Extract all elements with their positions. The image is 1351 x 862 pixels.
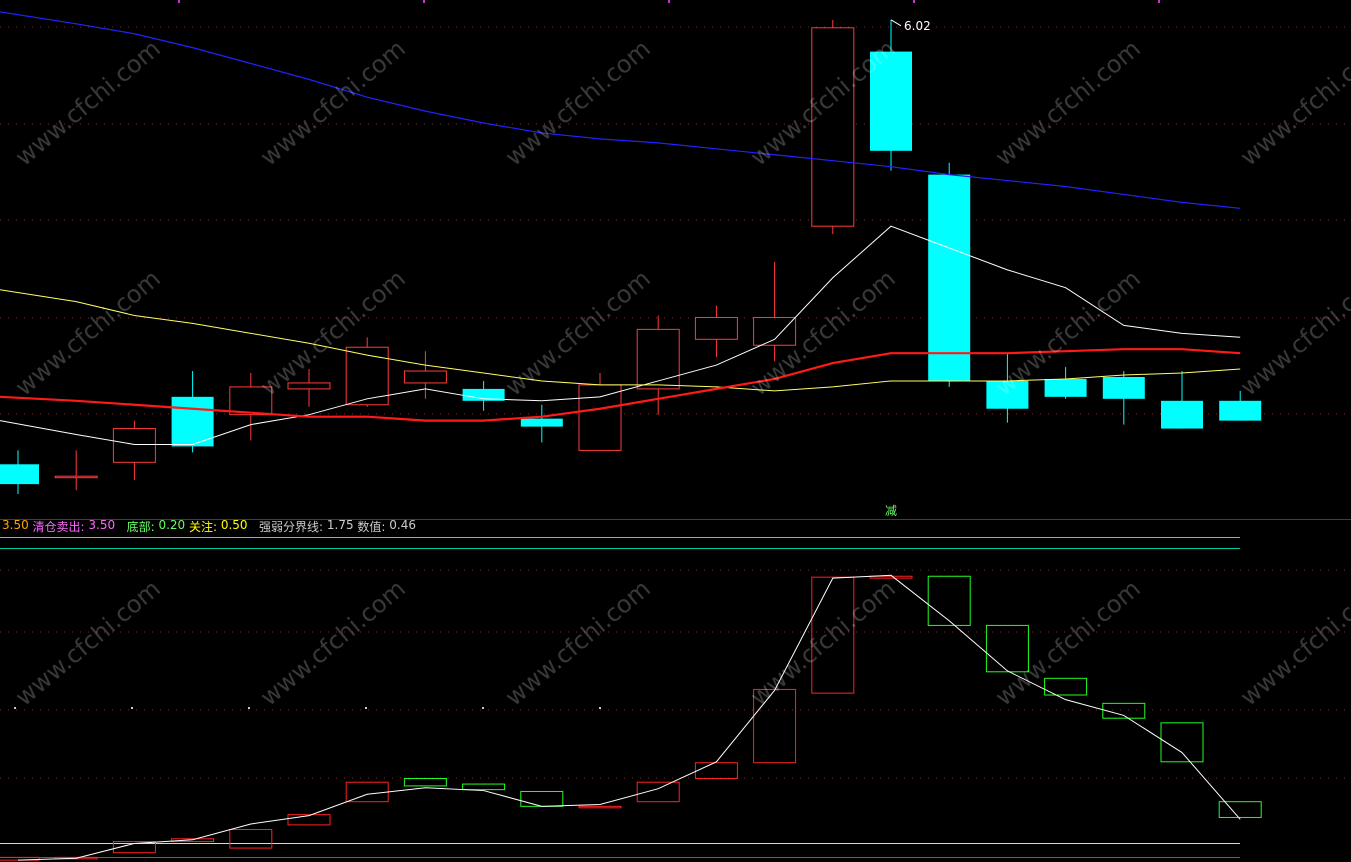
lower-block xyxy=(287,814,331,826)
high-price-label: 6.02 xyxy=(904,19,931,33)
lower-marker xyxy=(599,707,601,709)
candle-body xyxy=(54,475,98,479)
lower-block xyxy=(578,805,622,809)
stock-chart: 6.02 减 xyxy=(0,0,1351,861)
lower-block xyxy=(753,688,797,764)
legend-item: 清仓卖出: xyxy=(28,520,89,534)
legend-item: 3.50 xyxy=(2,518,29,532)
lower-block xyxy=(869,575,913,579)
candle-body xyxy=(403,370,447,384)
lower-marker xyxy=(131,707,133,709)
lower-block xyxy=(636,781,680,803)
lower-block xyxy=(229,829,273,849)
moving-average-line xyxy=(0,11,1241,209)
candle-body xyxy=(1161,400,1203,429)
lower-block xyxy=(927,575,971,626)
candle-body xyxy=(636,328,680,390)
top-marker xyxy=(423,0,425,3)
candle-body xyxy=(694,316,738,340)
legend-item: 1.75 xyxy=(326,518,354,532)
top-marker xyxy=(178,0,180,3)
legend-item: 0.20 xyxy=(158,518,186,532)
legend-item: 3.50 xyxy=(88,518,116,532)
candle-body xyxy=(753,316,797,346)
candle-body xyxy=(928,174,971,381)
legend-item: 数值: xyxy=(353,520,390,534)
lower-marker xyxy=(14,707,16,709)
lower-marker xyxy=(365,707,367,709)
candle-body xyxy=(0,464,39,485)
lower-indicator-line xyxy=(17,574,1241,861)
lower-block xyxy=(520,790,564,807)
candle-body xyxy=(1102,376,1145,399)
candle-body xyxy=(1044,378,1087,397)
top-marker xyxy=(1158,0,1160,3)
lower-block xyxy=(345,781,389,803)
legend-item: 0.46 xyxy=(389,518,416,532)
candle-body xyxy=(112,428,156,463)
legend-item: 关注: xyxy=(185,520,221,534)
candle-body xyxy=(986,380,1029,409)
candle-body xyxy=(870,51,912,151)
signal-label: 减 xyxy=(885,504,897,518)
lower-block xyxy=(811,576,855,694)
lower-marker xyxy=(482,707,484,709)
legend-item: 底部: xyxy=(115,520,159,534)
moving-average-line xyxy=(0,289,1241,392)
lower-block xyxy=(462,783,506,791)
high-label-pointer xyxy=(890,19,902,27)
top-marker xyxy=(668,0,670,3)
lower-block xyxy=(694,762,738,780)
indicator-legend: 3.50 清仓卖出: 3.50 底部: 0.20 关注: 0.50 强弱分界线:… xyxy=(2,518,416,534)
lower-block xyxy=(1218,801,1262,818)
candle-body xyxy=(229,386,273,416)
candle-body xyxy=(578,384,622,451)
candle-body xyxy=(811,27,855,227)
candle-body xyxy=(520,418,563,427)
legend-item: 0.50 xyxy=(220,518,248,532)
legend-item: 强弱分界线: xyxy=(247,520,327,534)
top-marker xyxy=(913,0,915,3)
candle-body xyxy=(1219,400,1262,421)
lower-marker xyxy=(248,707,250,709)
candle-body xyxy=(287,382,331,390)
lower-block xyxy=(403,778,447,787)
lower-block xyxy=(1160,722,1204,763)
